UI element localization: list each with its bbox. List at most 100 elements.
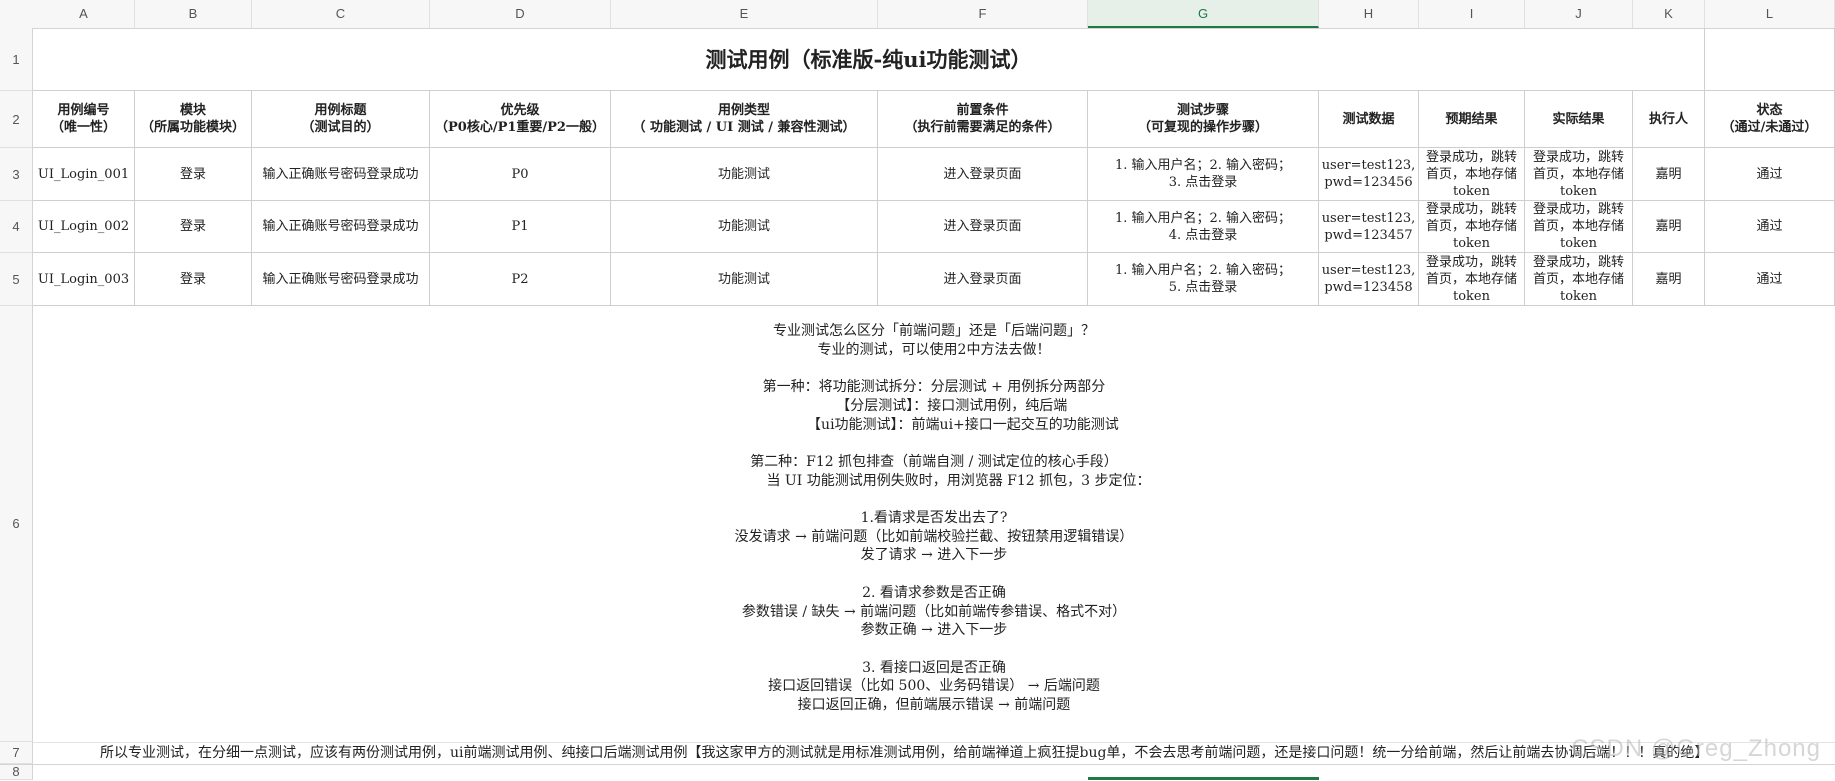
case-actual-line: 首页，本地存储 bbox=[1532, 219, 1624, 234]
row-header-5[interactable]: 5 bbox=[0, 253, 33, 306]
case-3-steps-cell[interactable]: 1. 输入用户名；2. 输入密码； 5. 点击登录 bbox=[1088, 253, 1319, 306]
column-header-l[interactable]: L bbox=[1705, 0, 1835, 28]
case-3-data-cell[interactable]: user=test123, pwd=123458 bbox=[1319, 253, 1419, 306]
column-header-b[interactable]: B bbox=[135, 0, 252, 28]
case-3-precondition-cell[interactable]: 进入登录页面 bbox=[878, 253, 1088, 306]
header-cell-d[interactable]: 优先级 （P0核心/P1重要/P2一般） bbox=[430, 91, 611, 148]
header-b-line: 模块 bbox=[179, 103, 206, 118]
column-header-e[interactable]: E bbox=[611, 0, 878, 28]
case-1-precondition-cell[interactable]: 进入登录页面 bbox=[878, 148, 1088, 201]
header-cell-b[interactable]: 模块 （所属功能模块） bbox=[135, 91, 252, 148]
case-1-data-cell[interactable]: user=test123, pwd=123456 bbox=[1319, 148, 1419, 201]
header-cell-l[interactable]: 状态 （通过/未通过） bbox=[1705, 91, 1835, 148]
column-header-a[interactable]: A bbox=[33, 0, 135, 28]
case-3-priority-cell[interactable]: P2 bbox=[430, 253, 611, 306]
header-cell-h[interactable]: 测试数据 bbox=[1319, 91, 1419, 148]
header-cell-a[interactable]: 用例编号 （唯一性） bbox=[33, 91, 135, 148]
header-cell-i[interactable]: 预期结果 bbox=[1419, 91, 1525, 148]
case-2-expected-cell[interactable]: 登录成功，跳转 首页，本地存储 token bbox=[1419, 201, 1525, 253]
header-l-line: 状态 bbox=[1756, 103, 1783, 118]
note-line: 没发请求 → 前端问题（比如前端校验拦截、按钮禁用逻辑错误） bbox=[734, 528, 1134, 545]
column-header-c[interactable]: C bbox=[252, 0, 430, 28]
case-2-type-cell[interactable]: 功能测试 bbox=[611, 201, 878, 253]
case-2-executor-cell[interactable]: 嘉明 bbox=[1633, 201, 1705, 253]
header-a-line: 用例编号 bbox=[57, 103, 110, 118]
case-status: 通过 bbox=[1756, 271, 1783, 287]
case-2-steps-cell[interactable]: 1. 输入用户名；2. 输入密码； 4. 点击登录 bbox=[1088, 201, 1319, 253]
case-3-id-cell[interactable]: UI_Login_003 bbox=[33, 253, 135, 306]
header-k-text: 执行人 bbox=[1649, 111, 1688, 128]
case-priority: P2 bbox=[511, 271, 529, 287]
row-header-7[interactable]: 7 bbox=[0, 742, 33, 764]
case-expected-line: token bbox=[1452, 236, 1490, 251]
column-header-d[interactable]: D bbox=[430, 0, 611, 28]
row-header-2[interactable]: 2 bbox=[0, 91, 33, 148]
case-1-executor-cell[interactable]: 嘉明 bbox=[1633, 148, 1705, 201]
column-header-j[interactable]: J bbox=[1525, 0, 1633, 28]
note-line: 参数正确 → 进入下一步 bbox=[860, 622, 1008, 639]
case-1-module-cell[interactable]: 登录 bbox=[135, 148, 252, 201]
case-2-status-cell[interactable]: 通过 bbox=[1705, 201, 1835, 253]
case-executor: 嘉明 bbox=[1655, 166, 1682, 182]
header-cell-f[interactable]: 前置条件 （执行前需要满足的条件） bbox=[878, 91, 1088, 148]
sheet-title: 测试用例（标准版-纯ui功能测试） bbox=[705, 46, 1032, 72]
case-3-title-cell[interactable]: 输入正确账号密码登录成功 bbox=[252, 253, 430, 306]
case-type: 功能测试 bbox=[717, 271, 770, 287]
header-cell-c[interactable]: 用例标题 （测试目的） bbox=[252, 91, 430, 148]
header-cell-g[interactable]: 测试步骤 （可复现的操作步骤） bbox=[1088, 91, 1319, 148]
case-steps-line: 1. 输入用户名；2. 输入密码； bbox=[1114, 263, 1292, 278]
header-cell-k[interactable]: 执行人 bbox=[1633, 91, 1705, 148]
column-header-g[interactable]: G bbox=[1088, 0, 1319, 28]
header-b-line: （所属功能模块） bbox=[140, 120, 245, 135]
case-id: UI_Login_001 bbox=[37, 166, 130, 182]
row-7-cell[interactable]: 所以专业测试，在分细一点测试，应该有两份测试用例，ui前端测试用例、纯接口后端测… bbox=[33, 742, 1835, 764]
case-2-priority-cell[interactable]: P1 bbox=[430, 201, 611, 253]
case-2-actual-cell[interactable]: 登录成功，跳转 首页，本地存储 token bbox=[1525, 201, 1633, 253]
case-1-id-cell[interactable]: UI_Login_001 bbox=[33, 148, 135, 201]
case-1-steps-cell[interactable]: 1. 输入用户名；2. 输入密码； 3. 点击登录 bbox=[1088, 148, 1319, 201]
case-module: 登录 bbox=[179, 166, 206, 182]
case-3-actual-cell[interactable]: 登录成功，跳转 首页，本地存储 token bbox=[1525, 253, 1633, 306]
case-3-expected-cell[interactable]: 登录成功，跳转 首页，本地存储 token bbox=[1419, 253, 1525, 306]
case-1-expected-cell[interactable]: 登录成功，跳转 首页，本地存储 token bbox=[1419, 148, 1525, 201]
case-1-status-cell[interactable]: 通过 bbox=[1705, 148, 1835, 201]
footer-text: 所以专业测试，在分细一点测试，应该有两份测试用例，ui前端测试用例、纯接口后端测… bbox=[100, 745, 1709, 761]
case-2-id-cell[interactable]: UI_Login_002 bbox=[33, 201, 135, 253]
header-cell-j[interactable]: 实际结果 bbox=[1525, 91, 1633, 148]
case-steps-line: 5. 点击登录 bbox=[1168, 280, 1238, 295]
row-header-3[interactable]: 3 bbox=[0, 148, 33, 201]
case-priority: P0 bbox=[511, 166, 529, 182]
title-row-empty-cell[interactable] bbox=[1705, 28, 1835, 91]
column-header-h[interactable]: H bbox=[1319, 0, 1419, 28]
header-d-line: 优先级 bbox=[500, 103, 540, 118]
case-expected-line: 登录成功，跳转 bbox=[1425, 149, 1517, 165]
case-actual-text: 登录成功，跳转 首页，本地存储 token bbox=[1533, 149, 1624, 200]
column-header-i[interactable]: I bbox=[1419, 0, 1525, 28]
header-d-line: （P0核心/P1重要/P2一般） bbox=[435, 120, 605, 135]
case-2-module-cell[interactable]: 登录 bbox=[135, 201, 252, 253]
column-header-f[interactable]: F bbox=[878, 0, 1088, 28]
row-header-6[interactable]: 6 bbox=[0, 306, 33, 742]
case-2-precondition-cell[interactable]: 进入登录页面 bbox=[878, 201, 1088, 253]
case-2-title-cell[interactable]: 输入正确账号密码登录成功 bbox=[252, 201, 430, 253]
case-1-title-cell[interactable]: 输入正确账号密码登录成功 bbox=[252, 148, 430, 201]
sheet-title-cell[interactable]: 测试用例（标准版-纯ui功能测试） bbox=[33, 28, 1705, 91]
case-3-type-cell[interactable]: 功能测试 bbox=[611, 253, 878, 306]
case-precondition: 进入登录页面 bbox=[943, 271, 1022, 287]
case-expected-line: 首页，本地存储 bbox=[1425, 271, 1517, 287]
case-3-status-cell[interactable]: 通过 bbox=[1705, 253, 1835, 306]
column-header-k[interactable]: K bbox=[1633, 0, 1705, 28]
case-3-module-cell[interactable]: 登录 bbox=[135, 253, 252, 306]
analysis-note-cell[interactable]: 专业测试怎么区分「前端问题」还是「后端问题」？ 专业的测试，可以使用2中方法去做！… bbox=[33, 306, 1835, 743]
note-line: 发了请求 → 进入下一步 bbox=[860, 547, 1008, 564]
header-a-text: 用例编号 （唯一性） bbox=[51, 102, 116, 136]
case-1-priority-cell[interactable]: P0 bbox=[430, 148, 611, 201]
case-1-actual-cell[interactable]: 登录成功，跳转 首页，本地存储 token bbox=[1525, 148, 1633, 201]
header-cell-e[interactable]: 用例类型 （ 功能测试 / UI 测试 / 兼容性测试） bbox=[611, 91, 878, 148]
case-3-executor-cell[interactable]: 嘉明 bbox=[1633, 253, 1705, 306]
case-title: 输入正确账号密码登录成功 bbox=[262, 271, 419, 287]
row-header-4[interactable]: 4 bbox=[0, 201, 33, 253]
row-header-1[interactable]: 1 bbox=[0, 28, 33, 91]
case-1-type-cell[interactable]: 功能测试 bbox=[611, 148, 878, 201]
case-2-data-cell[interactable]: user=test123, pwd=123457 bbox=[1319, 201, 1419, 253]
